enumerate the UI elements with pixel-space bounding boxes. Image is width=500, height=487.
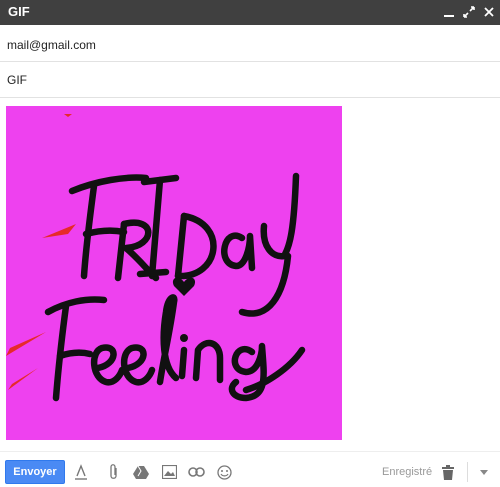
expand-icon[interactable] <box>460 3 478 21</box>
compose-title: GIF <box>8 4 30 19</box>
drive-icon[interactable] <box>131 462 151 482</box>
compose-toolbar: Envoyer Enregistré <box>0 451 500 487</box>
format-text-icon[interactable] <box>71 462 91 482</box>
close-icon[interactable] <box>480 3 498 21</box>
more-options-icon[interactable] <box>474 462 494 482</box>
attach-icon[interactable] <box>104 462 124 482</box>
insert-photo-icon[interactable] <box>159 462 179 482</box>
gif-image <box>6 106 342 440</box>
minimize-icon[interactable] <box>440 3 458 21</box>
gif-artwork <box>6 114 306 402</box>
saved-status: Enregistré <box>382 466 433 478</box>
compose-title-bar[interactable]: GIF <box>0 0 500 25</box>
trash-icon[interactable] <box>438 462 458 482</box>
recipient-field[interactable]: mail@gmail.com <box>0 25 500 62</box>
recipient-value: mail@gmail.com <box>7 38 96 52</box>
insert-link-icon[interactable] <box>186 462 206 482</box>
emoji-icon[interactable] <box>214 462 234 482</box>
send-button[interactable]: Envoyer <box>5 460 65 484</box>
toolbar-divider <box>467 462 468 482</box>
subject-field[interactable]: GIF <box>0 62 500 98</box>
message-body[interactable] <box>0 98 500 450</box>
subject-value: GIF <box>7 73 27 87</box>
